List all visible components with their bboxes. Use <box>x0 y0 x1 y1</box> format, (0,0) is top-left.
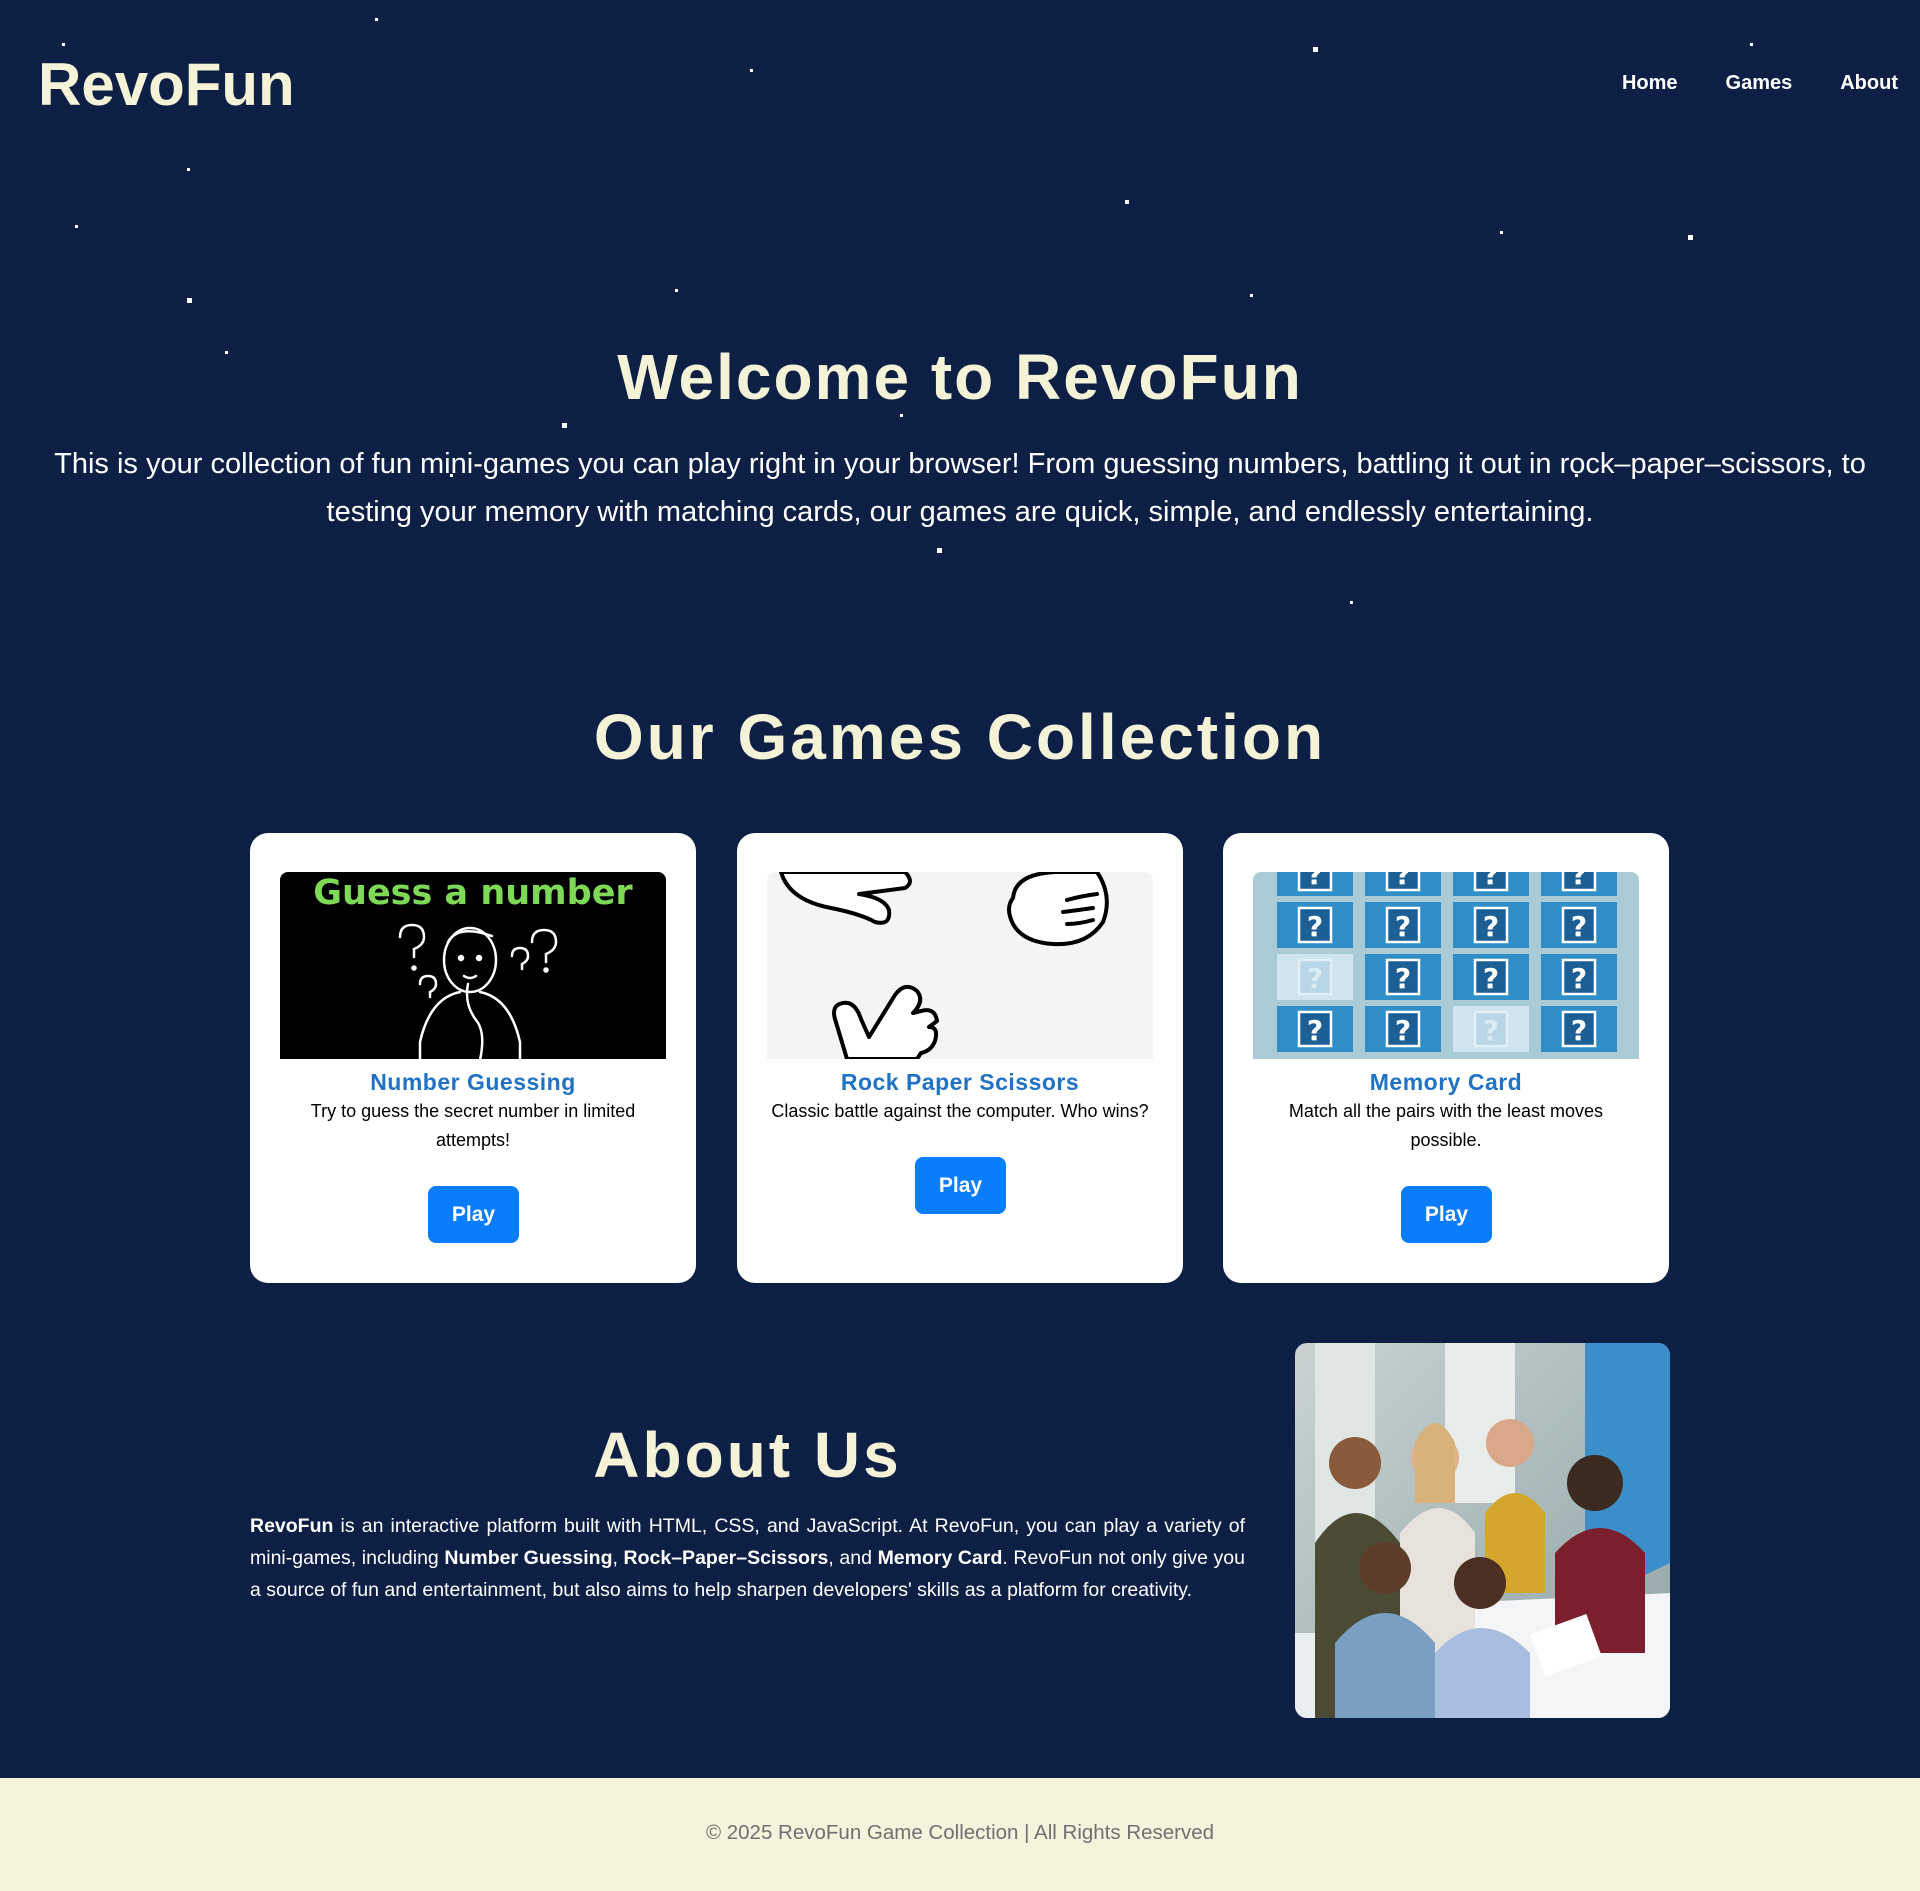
memory-tile: ? <box>1365 872 1441 896</box>
site-logo[interactable]: RevoFun <box>38 50 295 119</box>
games-section-title: Our Games Collection <box>593 701 1327 773</box>
game-card-rock-paper-scissors: Rock Paper Scissors Classic battle again… <box>737 833 1183 1283</box>
svg-text:?: ? <box>1483 962 1499 995</box>
site-footer: © 2025 RevoFun Game Collection | All Rig… <box>0 1778 1920 1891</box>
play-number-guessing-button[interactable]: Play <box>428 1186 519 1243</box>
nav-home-link[interactable]: Home <box>1622 72 1678 95</box>
rock-paper-scissors-thumbnail <box>767 872 1153 1059</box>
svg-text:?: ? <box>1571 910 1587 943</box>
memory-tile: ? <box>1365 902 1441 948</box>
game-title: Memory Card <box>1369 1069 1523 1095</box>
memory-tile: ? <box>1277 1006 1353 1052</box>
svg-text:?: ? <box>1395 962 1411 995</box>
site-header: RevoFun Home Games About <box>0 0 1920 170</box>
hero-section: Welcome to RevoFun This is your collecti… <box>0 340 1920 536</box>
about-section-title: About Us <box>593 1419 902 1491</box>
about-game-name: Memory Card <box>877 1547 1003 1569</box>
play-rock-paper-scissors-button[interactable]: Play <box>915 1157 1006 1214</box>
game-title: Rock Paper Scissors <box>840 1069 1080 1095</box>
memory-tile: ? <box>1453 872 1529 896</box>
memory-tile: ? <box>1453 1006 1529 1052</box>
memory-tile: ? <box>1541 954 1617 1000</box>
svg-text:?: ? <box>1395 910 1411 943</box>
about-game-name: Number Guessing <box>444 1547 613 1569</box>
svg-text:?: ? <box>1307 910 1323 943</box>
memory-tile: ? <box>1453 902 1529 948</box>
svg-text:?: ? <box>1571 872 1587 891</box>
svg-text:?: ? <box>1483 872 1499 891</box>
svg-text:?: ? <box>1307 1014 1323 1047</box>
number-guessing-thumbnail: Guess a number <box>280 872 666 1059</box>
memory-tile: ? <box>1365 1006 1441 1052</box>
memory-tile: ? <box>1541 902 1617 948</box>
memory-tile: ? <box>1541 1006 1617 1052</box>
memory-tile: ? <box>1277 902 1353 948</box>
svg-text:?: ? <box>1571 1014 1587 1047</box>
memory-card-thumbnail: ???????????????? <box>1253 872 1639 1059</box>
about-description: RevoFun is an interactive platform built… <box>250 1510 1245 1606</box>
game-title: Number Guessing <box>370 1069 576 1095</box>
main-nav: Home Games About <box>1622 72 1898 95</box>
game-description: Try to guess the secret number in limite… <box>310 1101 636 1150</box>
memory-tile: ? <box>1277 954 1353 1000</box>
game-card-number-guessing: Guess a number Number Guessing Try to gu… <box>250 833 696 1283</box>
svg-text:?: ? <box>1307 962 1323 995</box>
svg-text:?: ? <box>1307 872 1323 891</box>
hero-description: This is your collection of fun mini-game… <box>54 448 1866 528</box>
svg-text:?: ? <box>1395 872 1411 891</box>
memory-tile: ? <box>1365 954 1441 1000</box>
team-photo <box>1295 1343 1670 1718</box>
svg-text:?: ? <box>1483 910 1499 943</box>
about-text-part: , <box>612 1547 624 1569</box>
game-card-memory-card: ???????????????? Memory Card Match all t… <box>1223 833 1669 1283</box>
game-description: Match all the pairs with the least moves… <box>1288 1101 1604 1150</box>
about-brand: RevoFun <box>250 1515 334 1537</box>
svg-text:?: ? <box>1395 1014 1411 1047</box>
play-memory-card-button[interactable]: Play <box>1401 1186 1492 1243</box>
memory-tile: ? <box>1541 872 1617 896</box>
nav-about-link[interactable]: About <box>1840 72 1898 95</box>
svg-text:?: ? <box>1483 1014 1499 1047</box>
svg-text:?: ? <box>1571 962 1587 995</box>
about-game-name: Rock–Paper–Scissors <box>623 1547 829 1569</box>
hero-title: Welcome to RevoFun <box>617 341 1303 413</box>
about-text-part: , and <box>828 1547 878 1569</box>
thumbnail-caption: Guess a number <box>313 873 633 913</box>
game-description: Classic battle against the computer. Who… <box>771 1101 1149 1121</box>
nav-games-link[interactable]: Games <box>1726 72 1793 95</box>
memory-tile: ? <box>1277 872 1353 896</box>
memory-tile: ? <box>1453 954 1529 1000</box>
copyright-text: © 2025 RevoFun Game Collection | All Rig… <box>705 1821 1215 1844</box>
